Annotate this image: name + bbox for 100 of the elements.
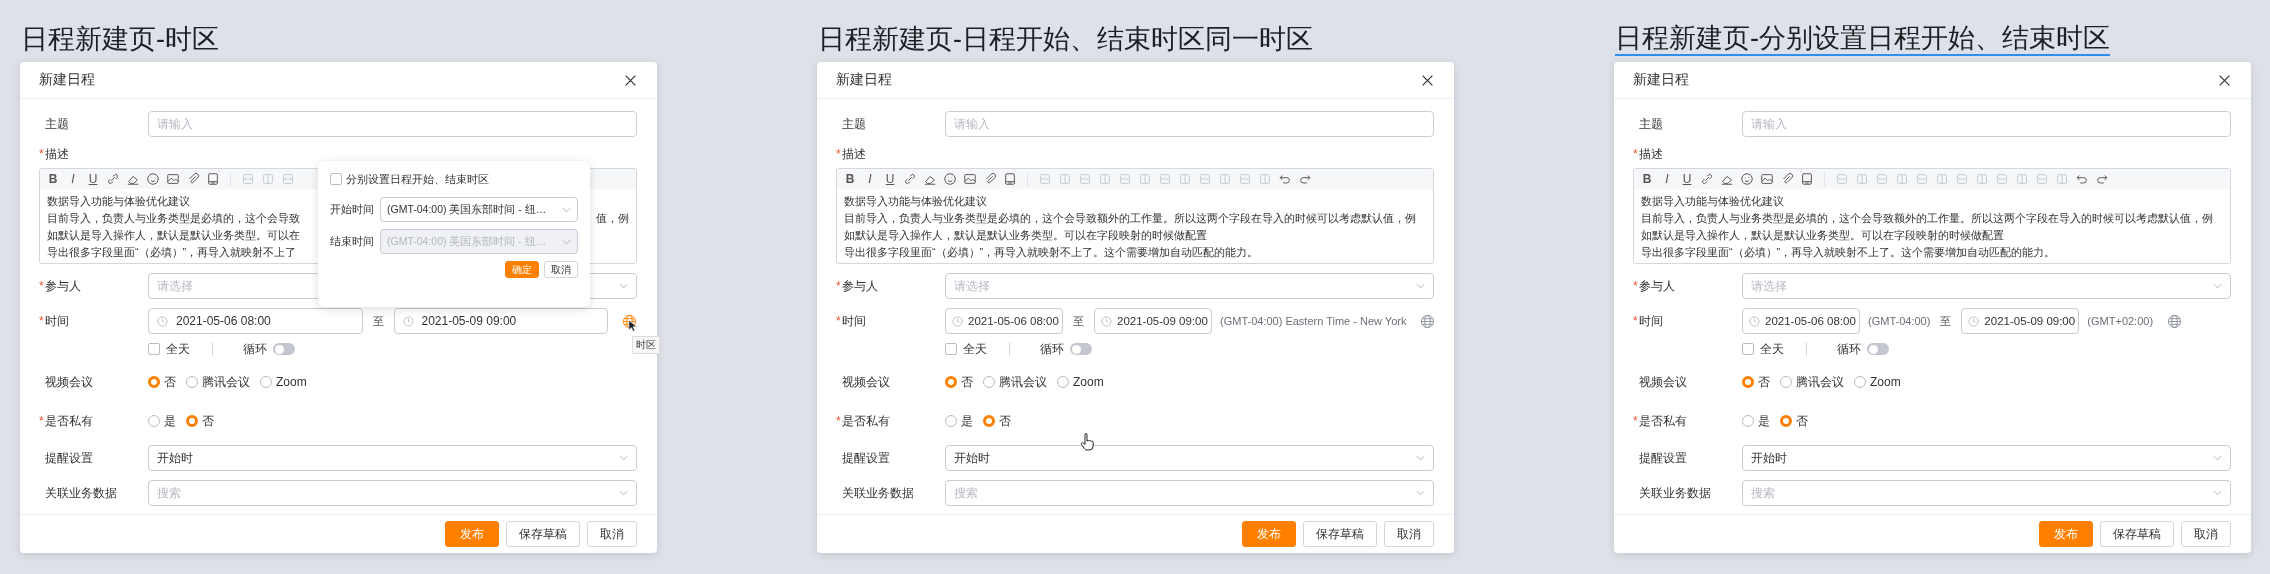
table-tool-icon[interactable]	[1955, 172, 1969, 186]
dialog-button[interactable]: 取消	[1384, 521, 1434, 547]
image-icon[interactable]	[963, 172, 977, 186]
date-time-field[interactable]: 2021-05-06 08:00	[1742, 308, 1860, 334]
radio-button[interactable]	[1742, 415, 1754, 427]
table-tool-icon[interactable]	[1995, 172, 2009, 186]
radio-button[interactable]	[186, 415, 198, 427]
date-time-field[interactable]: 2021-05-06 08:00	[148, 308, 363, 334]
text-field[interactable]: 请输入	[1742, 111, 2231, 137]
radio-button[interactable]	[1057, 376, 1069, 388]
radio-button[interactable]	[260, 376, 272, 388]
rich-text-editor[interactable]: B I U 数据导入功能与体验优化建议 目前导入，负责人与业务类型是必填的，这个会导致额外的工作量。所以这两个字段在导入的时候可以考虑默认值，例 如默认是导入操作人，默认是默认业务类型。可以在字段映射的时候做配置 导出很多字段里面“（必填）”，再导入就映射不上了。这个需要增加自动匹配的能力。	[836, 168, 1434, 264]
clip-icon[interactable]	[1780, 172, 1794, 186]
table-tool-icon[interactable]	[2055, 172, 2069, 186]
radio-button[interactable]	[1780, 415, 1792, 427]
table-tool-icon[interactable]	[1138, 172, 1152, 186]
format-button[interactable]: U	[883, 172, 897, 186]
device-icon[interactable]	[206, 172, 220, 186]
table-tool-icon[interactable]	[281, 172, 295, 186]
radio-button[interactable]	[983, 415, 995, 427]
toggle-switch[interactable]	[273, 343, 295, 355]
table-tool-icon[interactable]	[1895, 172, 1909, 186]
timezone-select[interactable]: (GMT-04:00) 美国东部时间 - 纽…	[380, 197, 578, 222]
checkbox[interactable]	[945, 343, 957, 355]
format-button[interactable]: B	[843, 172, 857, 186]
table-tool-icon[interactable]	[1855, 172, 1869, 186]
radio-button[interactable]	[945, 415, 957, 427]
device-icon[interactable]	[1800, 172, 1814, 186]
table-tool-icon[interactable]	[1038, 172, 1052, 186]
toggle-switch[interactable]	[1070, 343, 1092, 355]
text-field[interactable]: 请输入	[945, 111, 1434, 137]
table-tool-icon[interactable]	[1178, 172, 1192, 186]
format-button[interactable]: B	[46, 172, 60, 186]
dialog-button[interactable]: 取消	[2181, 521, 2231, 547]
clip-icon[interactable]	[186, 172, 200, 186]
table-tool-icon[interactable]	[1118, 172, 1132, 186]
image-icon[interactable]	[1760, 172, 1774, 186]
undo-icon[interactable]	[2075, 172, 2089, 186]
format-button[interactable]: B	[1640, 172, 1654, 186]
table-tool-icon[interactable]	[241, 172, 255, 186]
image-icon[interactable]	[166, 172, 180, 186]
table-tool-icon[interactable]	[1875, 172, 1889, 186]
text-field[interactable]: 请输入	[148, 111, 637, 137]
device-icon[interactable]	[1003, 172, 1017, 186]
smile-icon[interactable]	[146, 172, 160, 186]
radio-button[interactable]	[983, 376, 995, 388]
close-icon[interactable]	[624, 73, 637, 87]
table-tool-icon[interactable]	[1238, 172, 1252, 186]
table-tool-icon[interactable]	[1975, 172, 1989, 186]
smile-icon[interactable]	[1740, 172, 1754, 186]
table-tool-icon[interactable]	[1058, 172, 1072, 186]
close-icon[interactable]	[1421, 73, 1434, 87]
date-time-field[interactable]: 2021-05-09 09:00	[1094, 308, 1212, 334]
select-field[interactable]: 开始时	[1742, 445, 2231, 471]
redo-icon[interactable]	[1298, 172, 1312, 186]
link-icon[interactable]	[1700, 172, 1714, 186]
table-tool-icon[interactable]	[1158, 172, 1172, 186]
table-tool-icon[interactable]	[1935, 172, 1949, 186]
checkbox[interactable]	[148, 343, 160, 355]
close-icon[interactable]	[2218, 73, 2231, 87]
table-tool-icon[interactable]	[1915, 172, 1929, 186]
radio-button[interactable]	[148, 376, 160, 388]
link-icon[interactable]	[106, 172, 120, 186]
select-field[interactable]: 开始时	[148, 445, 637, 471]
select-field[interactable]: 开始时	[945, 445, 1434, 471]
format-button[interactable]: I	[1660, 172, 1674, 186]
table-tool-icon[interactable]	[1218, 172, 1232, 186]
date-time-field[interactable]: 2021-05-09 09:00	[393, 308, 608, 334]
radio-button[interactable]	[1780, 376, 1792, 388]
globe-icon[interactable]	[622, 313, 637, 329]
table-tool-icon[interactable]	[1078, 172, 1092, 186]
date-time-field[interactable]: 2021-05-09 09:00	[1961, 308, 2080, 334]
table-tool-icon[interactable]	[2035, 172, 2049, 186]
dialog-button[interactable]: 取消	[587, 521, 637, 547]
undo-icon[interactable]	[1278, 172, 1292, 186]
dialog-button[interactable]: 保存草稿	[506, 521, 580, 547]
rich-text-editor[interactable]: B I U 数据导入功能与体验优化建议 目前导入，负责人与业务类型是必填的，这个会导致额外的工作量。所以这两个字段在导入的时候可以考虑默认值，例 如默认是导入操作人，默认是默认业务类型。可以在字段映射的时候做配置 导出很多字段里面“（必填）”，再导入就映射不上了。这个需要增加自动匹配的能力。	[1633, 168, 2231, 264]
dialog-button[interactable]: 保存草稿	[2100, 521, 2174, 547]
table-tool-icon[interactable]	[1098, 172, 1112, 186]
checkbox[interactable]	[1742, 343, 1754, 355]
format-button[interactable]: U	[86, 172, 100, 186]
toggle-switch[interactable]	[1867, 343, 1889, 355]
radio-button[interactable]	[945, 376, 957, 388]
table-tool-icon[interactable]	[1258, 172, 1272, 186]
clip-icon[interactable]	[983, 172, 997, 186]
popover-button[interactable]: 取消	[544, 261, 578, 278]
date-time-field[interactable]: 2021-05-06 08:00	[945, 308, 1063, 334]
checkbox[interactable]	[330, 173, 342, 185]
redo-icon[interactable]	[2095, 172, 2109, 186]
dialog-button[interactable]: 保存草稿	[1303, 521, 1377, 547]
table-tool-icon[interactable]	[1198, 172, 1212, 186]
table-tool-icon[interactable]	[261, 172, 275, 186]
table-tool-icon[interactable]	[1835, 172, 1849, 186]
table-tool-icon[interactable]	[2015, 172, 2029, 186]
smile-icon[interactable]	[943, 172, 957, 186]
radio-button[interactable]	[1854, 376, 1866, 388]
radio-button[interactable]	[1742, 376, 1754, 388]
format-button[interactable]: U	[1680, 172, 1694, 186]
radio-button[interactable]	[148, 415, 160, 427]
format-button[interactable]: I	[863, 172, 877, 186]
